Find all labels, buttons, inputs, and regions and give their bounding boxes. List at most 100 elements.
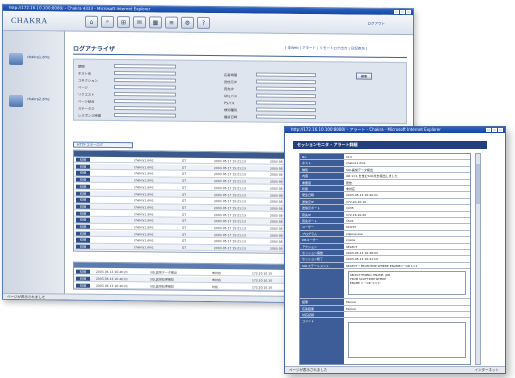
type-cell: GT — [182, 239, 187, 244]
form-label: 検知種別 — [224, 108, 238, 113]
sql-textarea[interactable]: SELECT EMPNO, ENAME, JOB FROM SCOTT.EMP … — [348, 271, 466, 296]
detail-button[interactable]: 詳細 — [76, 283, 90, 289]
sidebar-item-host1[interactable]: chakra1.dmz — [27, 55, 50, 59]
server-icon[interactable] — [9, 52, 23, 66]
home-icon[interactable]: ⌂ — [85, 15, 98, 28]
date-cell: 2003-05-17 15:21:13 — [214, 199, 246, 204]
host-cell: chakra1.dmz — [134, 205, 154, 210]
mail-icon[interactable]: ✉ — [133, 16, 146, 29]
date-cell: 2003-05-17 15:21:13 — [214, 226, 246, 231]
form-input[interactable] — [114, 113, 176, 118]
form-label: URLパス — [224, 94, 238, 99]
detail-value: 172.16.10.20 — [346, 212, 367, 217]
close-icon[interactable] — [498, 128, 503, 132]
host-cell: chakra1.dmz — [134, 218, 154, 223]
host-cell: chakra1.dmz — [134, 185, 154, 190]
maximize-icon[interactable] — [492, 128, 497, 132]
chart-icon[interactable]: ▦ — [149, 16, 162, 29]
detail-value: SQL異常データ検出 — [346, 167, 373, 172]
form-input[interactable] — [256, 114, 316, 120]
date-cell: 2003-05-17 15:21:13 — [214, 212, 246, 217]
host-cell: chakra1.dmz — [134, 198, 154, 203]
detail-button[interactable]: 詳細 — [76, 157, 90, 163]
form-input[interactable] — [114, 106, 176, 111]
detail-button[interactable]: 詳細 — [76, 171, 90, 176]
type-cell: GT — [182, 212, 187, 217]
detail-label: 送信元IP — [300, 198, 344, 205]
tab-error-log[interactable]: HTTP エラーログ — [73, 141, 133, 149]
date-cell: 2003-05-17 15:21:13 — [214, 219, 246, 224]
form-input[interactable] — [114, 78, 176, 83]
form-label: コネクション — [78, 78, 98, 83]
detail-button[interactable]: 詳細 — [76, 276, 90, 282]
date-cell: 2003-05-17 15:21:13 — [214, 205, 246, 211]
detail-label: 送信元ポート — [300, 205, 344, 211]
type-cell: GT — [182, 225, 187, 230]
form-input[interactable] — [256, 93, 316, 99]
detail-button[interactable]: 詳細 — [76, 184, 90, 189]
scroll-thumb[interactable] — [476, 164, 480, 204]
detail-label — [300, 269, 344, 299]
form-input[interactable] — [114, 85, 176, 90]
status-cell: 未対応 — [212, 271, 222, 276]
form-input[interactable] — [256, 79, 316, 85]
form-input[interactable] — [256, 72, 316, 78]
form-label: リクエスト — [78, 92, 95, 97]
minimize-icon[interactable] — [394, 9, 399, 15]
maximize-icon[interactable] — [400, 10, 405, 15]
type-cell: GT — [182, 158, 187, 163]
search-button[interactable]: 検索 — [356, 72, 372, 80]
form-input[interactable] — [256, 86, 316, 92]
detail-label: 種別 — [300, 166, 344, 173]
detail-button[interactable]: 詳細 — [76, 177, 90, 183]
host-cell: chakra1.dmz — [134, 211, 154, 217]
form-label: PSパス — [224, 101, 235, 106]
detail-button[interactable]: 詳細 — [76, 211, 90, 216]
form-label: レスポンス時間 — [78, 113, 102, 118]
detail-button[interactable]: 詳細 — [76, 197, 90, 203]
status-cell: 未対応 — [212, 278, 222, 283]
search-icon[interactable]: ⌕ — [101, 15, 114, 29]
form-input[interactable] — [114, 71, 176, 76]
detail-button[interactable]: 詳細 — [76, 269, 90, 275]
form-input[interactable] — [114, 99, 176, 104]
close-icon[interactable] — [406, 10, 411, 15]
logout-link[interactable]: ログアウト — [368, 22, 386, 27]
form-input[interactable] — [114, 92, 176, 97]
type-cell: GT — [182, 232, 187, 237]
tree-icon[interactable]: ⊞ — [117, 16, 130, 29]
comment-textarea[interactable] — [348, 322, 466, 358]
scrollbar[interactable] — [475, 153, 481, 365]
minimize-icon[interactable] — [486, 128, 491, 132]
form-label: ホスト名 — [78, 71, 92, 76]
detail-button[interactable]: 詳細 — [76, 231, 90, 236]
date-cell: 2003-05-17 15:21:13 — [214, 172, 246, 177]
form-input[interactable] — [256, 100, 316, 106]
help-icon[interactable]: ? — [197, 16, 210, 30]
detail-button[interactable]: 詳細 — [76, 217, 90, 223]
detail-label: プログラム — [300, 230, 344, 237]
detail-button[interactable]: 詳細 — [76, 204, 90, 210]
top-links[interactable]: [ 全Web | アラート | リモートログ出力 | 日記表示 ] — [285, 46, 367, 52]
host-sidebar: chakra1.dmz chakra2.dmz — [3, 30, 65, 296]
server-icon[interactable] — [9, 94, 23, 108]
detail-button[interactable]: 詳細 — [76, 164, 90, 169]
type-cell: GT — [182, 205, 187, 210]
form-label: 最新日時 — [224, 115, 238, 120]
sidebar-item-host2[interactable]: chakra2.dmz — [27, 97, 50, 101]
status-cell: 対処 — [212, 285, 219, 290]
detail-button[interactable]: 詳細 — [76, 191, 90, 196]
detail-value: SCOTT — [346, 225, 356, 230]
detail-button[interactable]: 詳細 — [76, 224, 90, 230]
detail-label: 宛先ポート — [300, 218, 344, 224]
form-input[interactable] — [114, 64, 176, 69]
date-cell: 2003-05-17 15:21:13 — [214, 246, 246, 251]
ip-cell: 172.20.10.10 — [252, 285, 273, 290]
zone-text: インターネット — [474, 368, 500, 372]
settings-icon[interactable]: ⚙ — [181, 16, 194, 29]
form-input[interactable] — [256, 107, 316, 113]
detail-button[interactable]: 詳細 — [76, 244, 90, 250]
detail-button[interactable]: 詳細 — [76, 238, 90, 243]
alert-detail-table: No. 113 ホスト chakra1.dmz 種別 SQL異常データ検出 内容 OR 1=1… — [299, 153, 471, 365]
list-icon[interactable]: ≡ — [165, 16, 178, 29]
